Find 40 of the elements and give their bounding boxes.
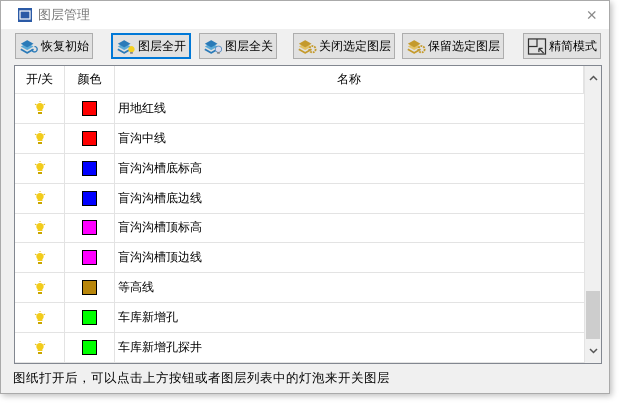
layer-name: 用地红线	[117, 100, 167, 117]
layers-gear-icon	[406, 38, 426, 54]
toolbar-button[interactable]: 恢复初始	[15, 33, 93, 59]
bulb-icon[interactable]	[34, 101, 46, 116]
window-pointer-icon	[527, 38, 547, 54]
toolbar-button[interactable]: 图层全开	[111, 33, 191, 59]
scrollbar[interactable]	[584, 66, 601, 363]
bulb-icon[interactable]	[34, 340, 46, 355]
bulb-icon[interactable]	[34, 310, 46, 325]
column-header: 颜色	[65, 66, 115, 93]
layer-name: 车库新增孔	[117, 309, 179, 326]
toolbar-button[interactable]: 关闭选定图层	[293, 33, 395, 59]
layers-bulb-icon	[116, 38, 136, 54]
bulb-icon[interactable]	[34, 250, 46, 265]
status-text: 图纸打开后，可以点击上方按钮或者图层列表中的灯泡来开关图层	[12, 370, 391, 387]
layer-name: 盲沟沟槽底边线	[117, 190, 203, 207]
layer-name: 等高线	[117, 279, 155, 296]
bulb-icon[interactable]	[34, 220, 46, 235]
window-title: 图层管理	[38, 6, 91, 24]
layers-gear-icon	[297, 38, 317, 54]
app-logo-icon	[18, 8, 32, 22]
scroll-up-icon[interactable]	[588, 75, 598, 81]
bulb-icon[interactable]	[34, 191, 46, 206]
layer-name: 盲沟中线	[117, 130, 167, 147]
bulb-icon[interactable]	[34, 131, 46, 146]
layer-name: 盲沟沟槽顶边线	[117, 249, 203, 266]
scroll-thumb[interactable]	[586, 291, 600, 339]
layers-bulb-icon	[203, 38, 223, 54]
layer-name: 车库新增孔探井	[117, 339, 203, 356]
bulb-icon[interactable]	[34, 280, 46, 295]
close-button[interactable]: ×	[582, 4, 601, 26]
toolbar-button[interactable]: 保留选定图层	[402, 33, 504, 59]
toolbar-button[interactable]: 图层全关	[199, 33, 277, 59]
layer-name: 盲沟沟槽底标高	[117, 160, 203, 177]
toolbar-button[interactable]: 精简模式	[523, 33, 601, 59]
column-header: 开/关	[15, 66, 65, 93]
bulb-icon[interactable]	[34, 161, 46, 176]
scroll-down-icon[interactable]	[588, 348, 598, 354]
layers-icon	[19, 38, 39, 54]
layer-name: 盲沟沟槽顶标高	[117, 219, 203, 236]
